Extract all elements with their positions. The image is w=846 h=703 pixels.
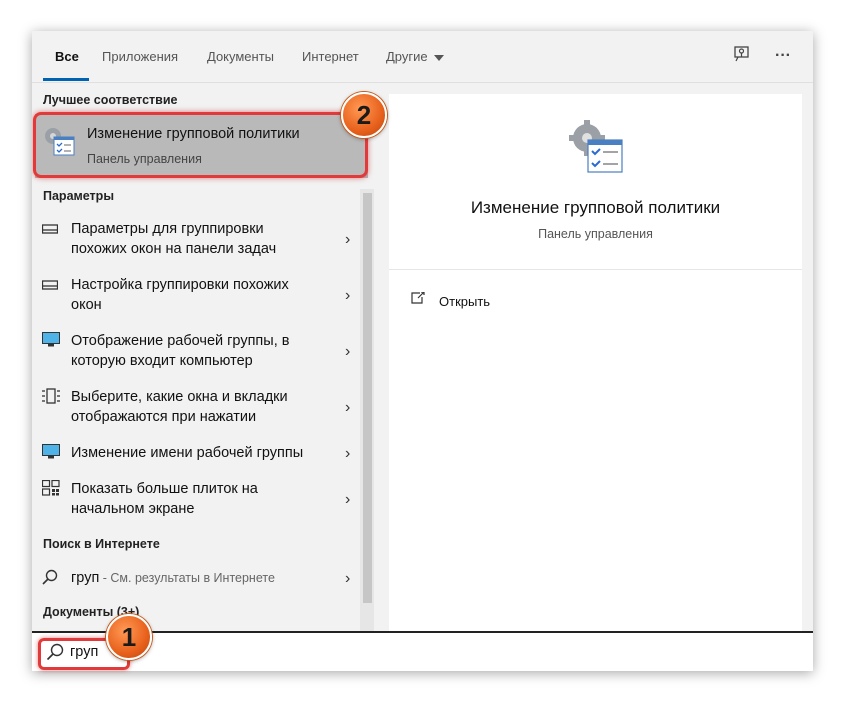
settings-item-taskbar-grouping[interactable]: Параметры для группировки похожих окон на… [32, 215, 368, 267]
item-line2: которую входит компьютер [71, 353, 253, 369]
feedback-icon[interactable] [731, 45, 753, 67]
item-line1: Изменение имени рабочей группы [71, 445, 304, 461]
item-line2: окон [71, 297, 102, 313]
open-icon[interactable] [411, 291, 425, 304]
best-match-subtitle: Панель управления [87, 152, 202, 166]
settings-item-rename-workgroup[interactable]: Изменение имени рабочей группы › [32, 439, 368, 471]
filter-tabs: Все Приложения Документы Интернет Другие… [32, 31, 813, 83]
chevron-right-icon[interactable]: › [345, 446, 355, 462]
scrollbar-thumb[interactable] [363, 193, 372, 603]
open-action[interactable]: Открыть [439, 294, 490, 309]
item-line1: Показать больше плиток на [71, 481, 258, 497]
tab-apps[interactable]: Приложения [102, 49, 178, 64]
settings-item-window-tabs[interactable]: Выберите, какие окна и вкладки отображают… [32, 383, 368, 435]
window-list-icon [42, 388, 62, 404]
settings-item-workgroup-display[interactable]: Отображение рабочей группы, в которую вхо… [32, 327, 368, 379]
chevron-right-icon[interactable]: › [345, 492, 355, 508]
web-suffix: - См. результаты в Интернете [99, 571, 275, 585]
chevron-right-icon[interactable]: › [345, 288, 355, 304]
web-search-header: Поиск в Интернете [43, 537, 160, 551]
search-icon [42, 569, 62, 585]
tab-documents[interactable]: Документы [207, 49, 274, 64]
preview-panel: Изменение групповой политики Панель упра… [389, 94, 802, 631]
item-line1: Выберите, какие окна и вкладки [71, 389, 288, 405]
item-line1: Отображение рабочей группы, в [71, 333, 290, 349]
caret-down-icon [433, 54, 444, 61]
chevron-right-icon[interactable]: › [345, 344, 355, 360]
best-match-title: Изменение групповой политики [87, 126, 300, 142]
item-line1: Параметры для группировки [71, 221, 264, 237]
chevron-right-icon[interactable]: › [345, 571, 355, 587]
item-line2: отображаются при нажатии [71, 409, 257, 425]
search-window: Все Приложения Документы Интернет Другие… [32, 31, 813, 671]
step-marker-1: 1 [106, 614, 152, 660]
settings-item-grouping-config[interactable]: Настройка группировки похожих окон › [32, 271, 368, 323]
group-policy-large-icon [565, 118, 627, 180]
settings-item-more-tiles[interactable]: Показать больше плиток на начальном экран… [32, 475, 368, 527]
preview-divider [389, 269, 802, 270]
best-match-header: Лучшее соответствие [43, 93, 178, 107]
tab-all[interactable]: Все [55, 49, 79, 64]
group-policy-icon [40, 125, 76, 159]
item-line2: похожих окон на панели задач [71, 241, 277, 257]
active-tab-indicator [43, 78, 89, 81]
taskbar-icon [41, 222, 62, 238]
web-search-item[interactable]: груп - См. результаты в Интернете › [32, 563, 368, 595]
taskbar-icon [41, 278, 62, 294]
tab-internet[interactable]: Интернет [302, 49, 359, 64]
step-marker-2: 2 [341, 92, 387, 138]
preview-title: Изменение групповой политики [470, 198, 721, 217]
monitor-icon [42, 444, 62, 460]
best-match-highlight [33, 112, 368, 178]
preview-subtitle: Панель управления [538, 227, 653, 241]
item-line1: Настройка группировки похожих [71, 277, 289, 293]
chevron-right-icon[interactable]: › [345, 232, 355, 248]
results-panel: Лучшее соответствие Изменение групповой … [32, 83, 374, 631]
monitor-icon [42, 332, 62, 348]
tab-other[interactable]: Другие [386, 49, 444, 64]
more-icon[interactable]: ··· [772, 45, 794, 67]
item-line2: начальном экране [71, 501, 195, 517]
tiles-icon [41, 479, 62, 496]
chevron-right-icon[interactable]: › [345, 400, 355, 416]
tab-other-label: Другие [386, 49, 428, 64]
settings-header: Параметры [43, 189, 114, 203]
web-query: груп [71, 570, 100, 586]
